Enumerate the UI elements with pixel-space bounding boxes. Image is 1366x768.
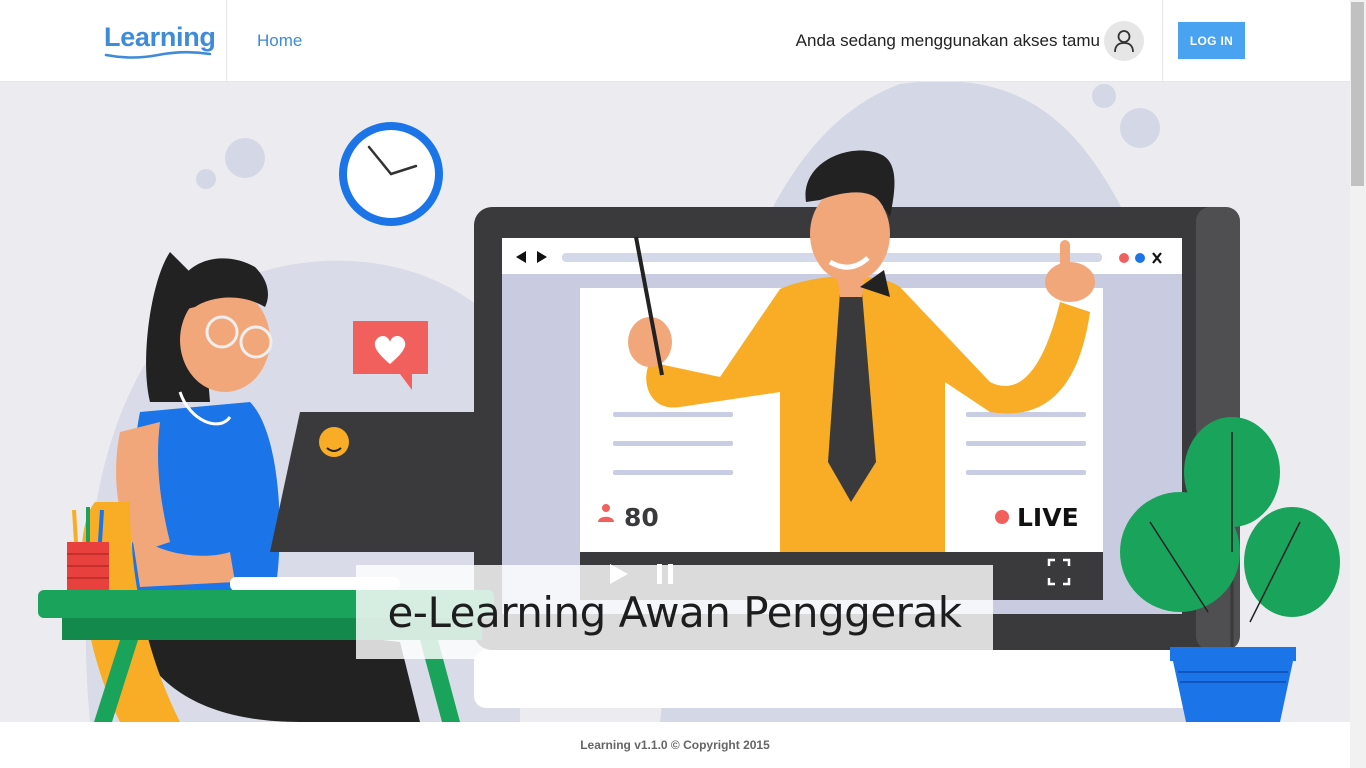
logo[interactable]: Learning xyxy=(104,22,216,53)
divider xyxy=(226,0,227,81)
hero-banner: 80 LIVE e-Learning Awan Penggerak xyxy=(0,82,1350,722)
clock-icon xyxy=(339,122,443,226)
hero-title-box: e-Learning Awan Penggerak xyxy=(356,565,993,659)
footer: Learning v1.1.0 © Copyright 2015 xyxy=(0,722,1350,768)
copyright-text: Learning v1.1.0 © Copyright 2015 xyxy=(580,738,770,752)
pencil-cup-icon xyxy=(67,507,109,592)
user-avatar[interactable] xyxy=(1104,21,1144,61)
logo-swoosh-icon xyxy=(104,50,212,59)
guest-access-text: Anda sedang menggunakan akses tamu xyxy=(795,31,1100,50)
viewer-count: 80 xyxy=(624,503,659,532)
nav-home-link[interactable]: Home xyxy=(257,31,302,51)
divider xyxy=(1162,0,1163,81)
live-label: LIVE xyxy=(1017,503,1079,532)
scrollbar-thumb[interactable] xyxy=(1351,2,1364,186)
hero-title: e-Learning Awan Penggerak xyxy=(387,587,962,637)
login-button[interactable]: LOG IN xyxy=(1178,22,1245,59)
user-icon xyxy=(1114,30,1134,53)
top-navbar: Learning Home Anda sedang menggunakan ak… xyxy=(0,0,1350,82)
